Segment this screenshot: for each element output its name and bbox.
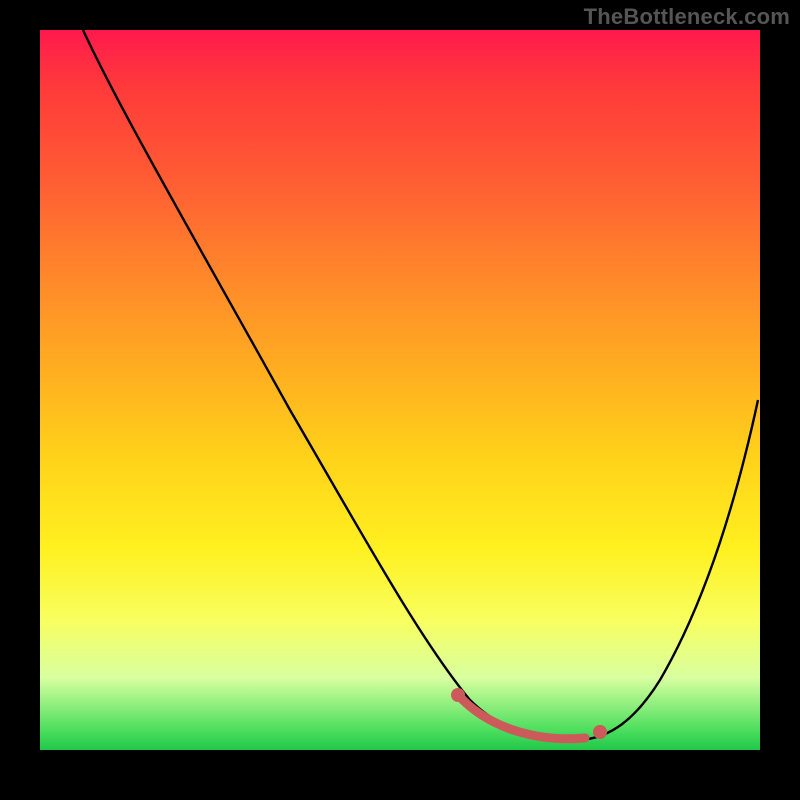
marker-dot-start [451,688,465,702]
chart-container: TheBottleneck.com [0,0,800,800]
curve-svg [40,30,760,750]
highlight-markers [458,695,585,739]
bottleneck-curve [83,30,758,740]
marker-dot-end [593,725,607,739]
plot-area [40,30,760,750]
watermark-text: TheBottleneck.com [584,4,790,30]
